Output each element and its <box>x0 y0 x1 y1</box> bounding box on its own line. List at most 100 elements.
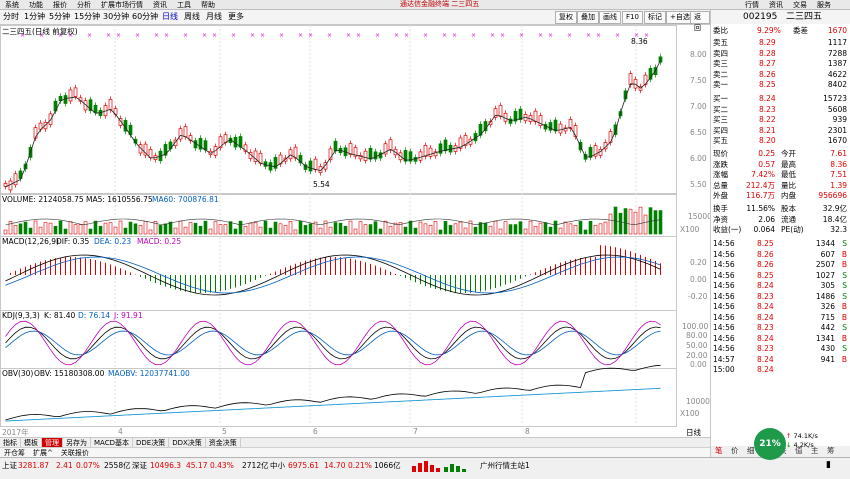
f10-button[interactable]: F10 <box>622 11 643 24</box>
menu-ext-market[interactable]: 扩展市场行情 <box>96 1 148 10</box>
signal-marker: × <box>615 32 620 39</box>
side-tab[interactable]: 价 <box>731 446 739 457</box>
tick-time: 14:56 <box>713 291 735 301</box>
menu-help[interactable]: 帮助 <box>196 1 220 10</box>
tick-time: 14:56 <box>713 270 735 280</box>
volume-bar <box>53 225 58 235</box>
kline-svg[interactable]: × × × × × × × × × × × × × × × × × × × × × × × × × × × × × × × × × × × × × × × × <box>0 25 710 437</box>
volume-bar <box>163 223 168 235</box>
tab-daily[interactable]: 日线 <box>162 10 178 24</box>
side-tab[interactable]: 筹 <box>827 446 835 457</box>
ask-row: 卖一 8.25 8402 <box>711 80 850 91</box>
tab-1min[interactable]: 1分钟 <box>24 10 45 24</box>
menu-right-quote[interactable]: 行情 <box>740 1 764 10</box>
volume-bar <box>528 220 533 235</box>
candle-body <box>313 158 318 171</box>
window-title: 通达信金融终端 二三四五 <box>400 0 480 8</box>
candle-body <box>38 122 43 130</box>
back-button[interactable]: 返回 <box>690 11 710 32</box>
quote-row: 涨跌 0.57 最高 8.36 <box>711 160 850 171</box>
tick-time: 14:56 <box>713 344 735 353</box>
kdj-tick: 100.00 <box>682 322 709 331</box>
tick-row: 14:56 8.24 1341 B <box>711 334 850 345</box>
menu-right-news[interactable]: 资讯 <box>764 1 788 10</box>
volume-bar <box>588 221 593 235</box>
menu-system[interactable]: 系统 <box>0 1 24 10</box>
quote-value: 7.51 <box>830 170 847 179</box>
signal-marker: × <box>212 32 217 39</box>
ask-volume: 1117 <box>827 38 847 47</box>
overlay-button[interactable]: 叠加 <box>577 11 599 24</box>
sh-label: 上证 <box>2 461 17 470</box>
volume-bar <box>463 227 468 235</box>
volume-bar <box>333 222 338 235</box>
volume-bar <box>253 222 258 235</box>
tick-volume: 2507 <box>815 260 835 269</box>
menu-news[interactable]: 资讯 <box>148 1 172 10</box>
draw-line-button[interactable]: 画线 <box>599 11 621 24</box>
tick-row: 14:56 8.25 1344 S <box>711 239 850 250</box>
volume-bar <box>13 225 18 235</box>
tab-30min[interactable]: 30分钟 <box>103 10 129 24</box>
tick-price: 8.24 <box>757 333 774 343</box>
tick-flag: S <box>842 281 847 290</box>
fund-value: 18.4亿 <box>822 214 847 224</box>
restore-rights-button[interactable]: 复权 <box>555 11 577 24</box>
bid-price: 8.22 <box>759 115 776 124</box>
tick-flag: B <box>841 312 847 322</box>
bid-label: 买三 <box>713 115 728 124</box>
tab-intraday[interactable]: 分时 <box>3 10 19 24</box>
menu-right-trade[interactable]: 交易 <box>788 1 812 10</box>
tab-more[interactable]: 更多 <box>228 10 244 24</box>
tick-price: 8.24 <box>757 312 774 322</box>
side-tab[interactable]: 笔 <box>715 446 723 457</box>
kdj-k: K: 81.40 <box>44 311 76 320</box>
price-tick: 8.00 <box>690 50 707 59</box>
quote-row: 外盘 116.7万 内盘 956696 <box>711 191 850 202</box>
macd-label: MACD(12,26,9) <box>2 237 59 246</box>
candle-body <box>418 151 423 161</box>
menu-right-service[interactable]: 服务 <box>812 1 836 10</box>
volume-bar <box>338 222 343 235</box>
low-annotation: 5.54 <box>313 180 330 189</box>
tab-5min[interactable]: 5分钟 <box>49 10 70 24</box>
quote-label: 涨跌 <box>713 159 728 169</box>
menu-analysis[interactable]: 分析 <box>72 1 96 10</box>
candle-body <box>498 105 503 117</box>
volume-bar <box>503 221 508 235</box>
up-arrow-icon: ↑ <box>786 432 792 440</box>
menu-quote[interactable]: 报价 <box>48 1 72 10</box>
tick-flag: S <box>842 344 847 353</box>
menu-function[interactable]: 功能 <box>24 1 48 10</box>
candle-body <box>93 104 98 113</box>
tab-monthly[interactable]: 月线 <box>206 10 222 24</box>
fund-row: 换手 11.56% 股本 32.9亿 <box>711 204 850 215</box>
tab-60min[interactable]: 60分钟 <box>132 10 158 24</box>
tick-flag: S <box>842 239 847 248</box>
tab-weekly[interactable]: 周线 <box>184 10 200 24</box>
side-tab[interactable]: 细 <box>747 446 755 457</box>
chart-area[interactable]: × × × × × × × × × × × × × × × × × × × × × × × × × × × × × × × × × × × × × × × ×… <box>0 25 712 437</box>
quote-label: 内盘 <box>781 191 796 200</box>
volume-bar <box>98 225 103 235</box>
stock-code: 002195 <box>743 12 778 22</box>
volume-bar <box>638 206 643 235</box>
volume-bar <box>118 220 123 235</box>
mark-button[interactable]: 标记 <box>644 11 666 24</box>
volume-bar <box>213 221 218 235</box>
menu-tools[interactable]: 工具 <box>172 1 196 10</box>
quote-value: 0.57 <box>758 159 775 169</box>
volume-bar <box>78 224 83 235</box>
fund-value: 32.3 <box>830 225 847 234</box>
candle-body <box>68 89 73 102</box>
weidiff-label: 委差 <box>793 26 808 35</box>
cpu-usage-bubble[interactable]: 21% <box>754 428 786 460</box>
ask-label: 卖三 <box>713 59 728 68</box>
bid-label: 买一 <box>713 94 728 103</box>
volume-bar <box>458 221 463 235</box>
signal-marker: × <box>106 32 111 39</box>
volume-bar <box>633 211 638 235</box>
tab-15min[interactable]: 15分钟 <box>74 10 100 24</box>
tick-price: 8.24 <box>757 354 774 364</box>
fund-label: 收益(一) <box>713 225 742 234</box>
